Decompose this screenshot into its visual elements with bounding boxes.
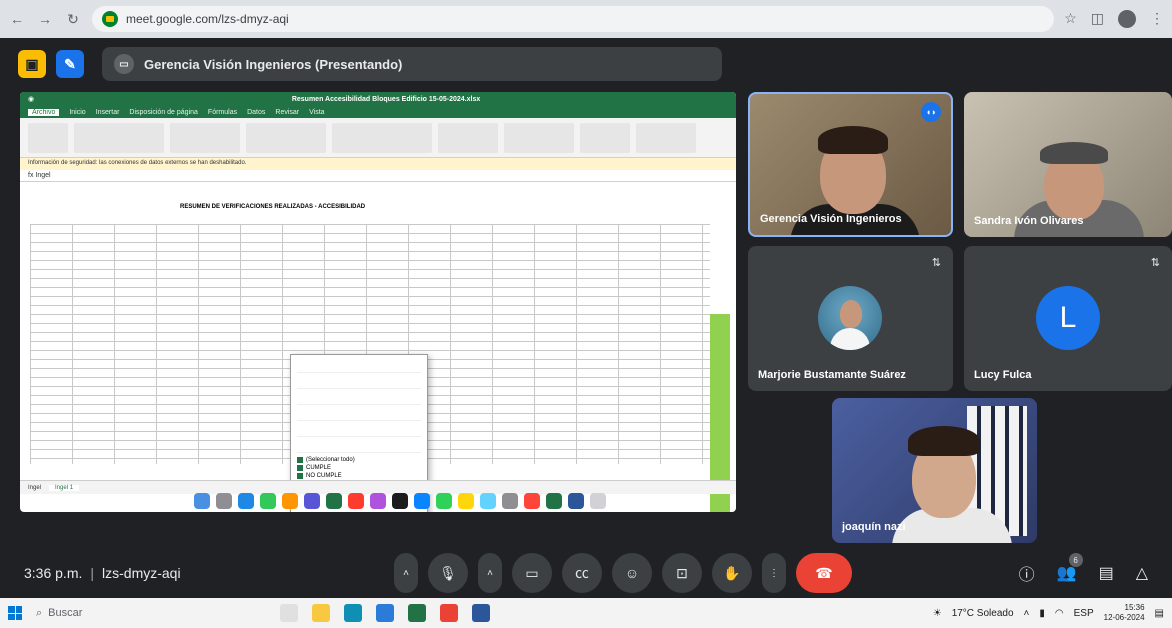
reactions-button[interactable]: ☺ — [612, 553, 652, 593]
clock-time: 15:36 — [1124, 603, 1145, 612]
mic-button[interactable]: 🎙 — [428, 553, 468, 593]
weather-icon[interactable]: ☀ — [933, 608, 942, 619]
store-icon[interactable] — [376, 604, 394, 622]
file-explorer-icon[interactable] — [312, 604, 330, 622]
camera-button[interactable]: ▭ — [512, 553, 552, 593]
meet-control-bar: 3:36 p.m. | lzs-dmyz-aqi ˄ 🎙 ˄ ▭ ㏄ ☺ ⊡ ✋… — [0, 548, 1172, 598]
excel-menu: Archivo Inicio Insertar Disposición de p… — [20, 106, 736, 118]
people-count: 6 — [1068, 553, 1083, 567]
avatar — [818, 286, 882, 350]
search-icon: ⌕ — [36, 606, 43, 619]
excel-doc-title: Resumen Accesibilidad Bloques Edificio 1… — [291, 95, 481, 103]
filter-option: (Seleccionar todo) — [297, 457, 421, 463]
browser-menu-icon[interactable]: ⋮ — [1150, 10, 1164, 28]
participant-tile[interactable]: ⇅ Marjorie Bustamante Suárez — [748, 246, 953, 391]
reload-icon[interactable]: ↻ — [64, 11, 82, 28]
excel-menu-item: Vista — [309, 108, 325, 116]
search-placeholder: Buscar — [48, 607, 83, 619]
windows-start-icon[interactable] — [8, 606, 22, 620]
excel-menu-item: Revisar — [275, 108, 300, 116]
more-options-button[interactable]: ⋮ — [762, 553, 786, 593]
shared-screen: ◉ Resumen Accesibilidad Bloques Edificio… — [20, 92, 736, 512]
tray-expand-icon[interactable]: ˄ — [1024, 608, 1030, 619]
participant-name: Gerencia Visión Ingenieros — [760, 213, 902, 225]
people-button[interactable]: 👥 6 — [1057, 553, 1083, 583]
participant-name: Lucy Fulca — [974, 369, 1032, 381]
filter-option: CUMPLE — [297, 465, 421, 471]
bookmark-star-icon[interactable]: ☆ — [1064, 10, 1077, 28]
activities-icon[interactable]: △ — [1136, 563, 1148, 583]
meet-top-bar: ▣ ✎ ▭ Gerencia Visión Ingenieros (Presen… — [0, 38, 1172, 90]
excel-menu-item: Datos — [247, 108, 266, 116]
meeting-info-separator: | — [90, 565, 95, 581]
excel-ribbon — [20, 118, 736, 158]
notifications-icon[interactable]: ▤ — [1155, 608, 1164, 619]
presenter-avatar-icon: ▭ — [114, 54, 134, 74]
participant-name: Marjorie Bustamante Suárez — [758, 369, 906, 381]
sheet-heading: RESUMEN DE VERIFICACIONES REALIZADAS - A… — [180, 204, 366, 210]
url-text: meet.google.com/lzs-dmyz-aqi — [126, 12, 289, 26]
system-clock[interactable]: 15:36 12-06-2024 — [1104, 603, 1145, 623]
captions-button[interactable]: ㏄ — [562, 553, 602, 593]
presenting-label: Gerencia Visión Ingenieros (Presentando) — [144, 56, 403, 72]
meeting-info: 3:36 p.m. | lzs-dmyz-aqi — [24, 565, 384, 581]
avatar: L — [1036, 286, 1100, 350]
language-indicator[interactable]: ESP — [1074, 608, 1094, 619]
mac-dock — [60, 490, 736, 512]
present-button[interactable]: ⊡ — [662, 553, 702, 593]
autosave-icon: ◉ — [28, 96, 35, 103]
mic-options-button[interactable]: ˄ — [394, 553, 418, 593]
chrome-icon[interactable] — [440, 604, 458, 622]
excel-menu-item: Inicio — [69, 108, 86, 116]
sheet-tab: Ingel — [28, 484, 42, 491]
participant-tile[interactable]: ⇅ L Lucy Fulca — [964, 246, 1172, 391]
participant-name: Sandra Ivón Olivares — [974, 215, 1084, 227]
participant-tile[interactable]: ◖◗ Gerencia Visión Ingenieros — [748, 92, 953, 237]
presenting-indicator[interactable]: ▭ Gerencia Visión Ingenieros (Presentand… — [102, 47, 722, 81]
word-icon[interactable] — [472, 604, 490, 622]
meet-addon-icon[interactable]: ▣ — [18, 50, 46, 78]
excel-formula-bar: fx Ingel — [20, 170, 736, 182]
battery-icon[interactable]: ▮ — [1039, 608, 1045, 619]
excel-menu-item: Archivo — [28, 108, 60, 116]
participant-tile[interactable]: joaquín nazi — [832, 398, 1037, 543]
extensions-icon[interactable]: ◫ — [1091, 10, 1104, 28]
wifi-icon[interactable]: ◠ — [1055, 608, 1064, 619]
camera-options-button[interactable]: ˄ — [478, 553, 502, 593]
weather-text[interactable]: 17°C Soleado — [952, 608, 1014, 619]
participant-name: joaquín nazi — [842, 521, 906, 533]
excel-menu-item: Fórmulas — [207, 108, 238, 116]
hang-up-button[interactable]: ☎ — [796, 553, 852, 593]
task-view-icon[interactable] — [280, 604, 298, 622]
excel-security-message: Información de seguridad: las conexiones… — [20, 158, 736, 170]
clock-date: 12-06-2024 — [1103, 613, 1145, 622]
excel-menu-item: Disposición de página — [129, 108, 198, 116]
filter-option: NO CUMPLE — [297, 473, 421, 479]
excel-icon[interactable] — [408, 604, 426, 622]
meeting-code: lzs-dmyz-aqi — [102, 565, 181, 581]
meet-favicon-icon — [102, 11, 118, 27]
raise-hand-button[interactable]: ✋ — [712, 553, 752, 593]
meeting-time: 3:36 p.m. — [24, 565, 83, 581]
participant-tile[interactable]: Sandra Ivón Olivares — [964, 92, 1172, 237]
windows-taskbar: ⌕ Buscar ☀ 17°C Soleado ˄ ▮ ◠ ESP 15:36 … — [0, 598, 1172, 628]
excel-menu-item: Insertar — [95, 108, 120, 116]
browser-toolbar: ← → ↻ meet.google.com/lzs-dmyz-aqi ☆ ◫ ⋮ — [0, 0, 1172, 38]
whiteboard-icon[interactable]: ✎ — [56, 50, 84, 78]
back-icon[interactable]: ← — [8, 11, 26, 27]
forward-icon[interactable]: → — [36, 11, 54, 27]
address-bar[interactable]: meet.google.com/lzs-dmyz-aqi — [92, 6, 1055, 32]
speaking-indicator-icon: ◖◗ — [921, 102, 941, 122]
chat-icon[interactable]: ▤ — [1099, 563, 1114, 583]
excel-title-bar: ◉ Resumen Accesibilidad Bloques Edificio… — [20, 92, 736, 106]
profile-avatar[interactable] — [1118, 10, 1136, 28]
pin-icon[interactable]: ⇅ — [1151, 256, 1160, 269]
taskbar-search[interactable]: ⌕ Buscar — [36, 602, 186, 624]
edge-icon[interactable] — [344, 604, 362, 622]
pin-icon[interactable]: ⇅ — [932, 256, 941, 269]
info-icon[interactable]: ⓘ — [1019, 561, 1035, 585]
